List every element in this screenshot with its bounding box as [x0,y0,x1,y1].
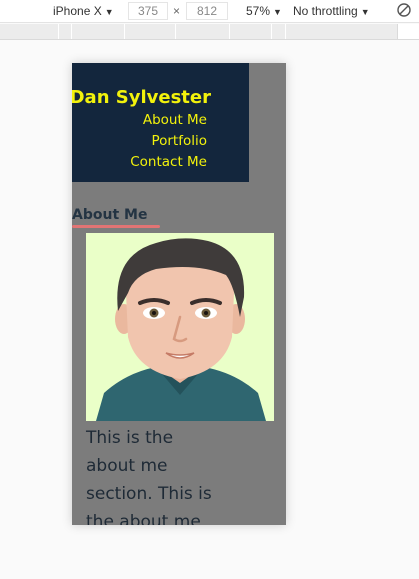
ruler-tick [175,24,176,39]
devtools-device-toolbar: iPhone X ▼ 375 × 812 57% ▼ No throttling ▼ [0,0,419,23]
ruler-tick [71,24,72,39]
section-heading: About Me [72,207,148,223]
viewport-width-input[interactable]: 375 [128,2,168,20]
ruler-tick [124,24,125,39]
dimension-separator: × [173,4,181,18]
throttling-select[interactable]: No throttling ▼ [293,0,370,22]
ruler-tick [271,24,272,39]
site-title: Dan Sylvester [72,87,211,108]
chevron-down-icon: ▼ [360,7,370,17]
ruler-tick [229,24,230,39]
chevron-down-icon: ▼ [104,7,114,17]
zoom-select[interactable]: 57% ▼ [246,0,282,22]
ruler-tick [58,24,59,39]
device-label: iPhone X [53,4,102,18]
nav-link-portfolio[interactable]: Portfolio [151,133,207,149]
nav-link-contact[interactable]: Contact Me [130,154,207,170]
avatar [86,233,274,421]
media-query-ruler[interactable] [0,24,419,40]
rotate-icon[interactable] [396,0,412,22]
about-text: This is the about me section. This is th… [86,428,212,525]
throttling-label: No throttling [293,4,358,18]
heading-underline [72,225,160,228]
rotate-icon-svg [397,3,411,17]
site-header: Dan Sylvester About Me Portfolio Contact… [72,63,249,182]
zoom-label: 57% [246,4,271,18]
viewport-height-input[interactable]: 812 [186,2,228,20]
ruler-tick [285,24,286,39]
emulated-viewport[interactable]: Dan Sylvester About Me Portfolio Contact… [72,63,286,525]
nav-link-about[interactable]: About Me [143,112,207,128]
avatar-illustration [86,233,274,421]
chevron-down-icon: ▼ [273,7,282,17]
ruler-end [397,24,419,39]
device-select[interactable]: iPhone X ▼ [53,0,114,22]
